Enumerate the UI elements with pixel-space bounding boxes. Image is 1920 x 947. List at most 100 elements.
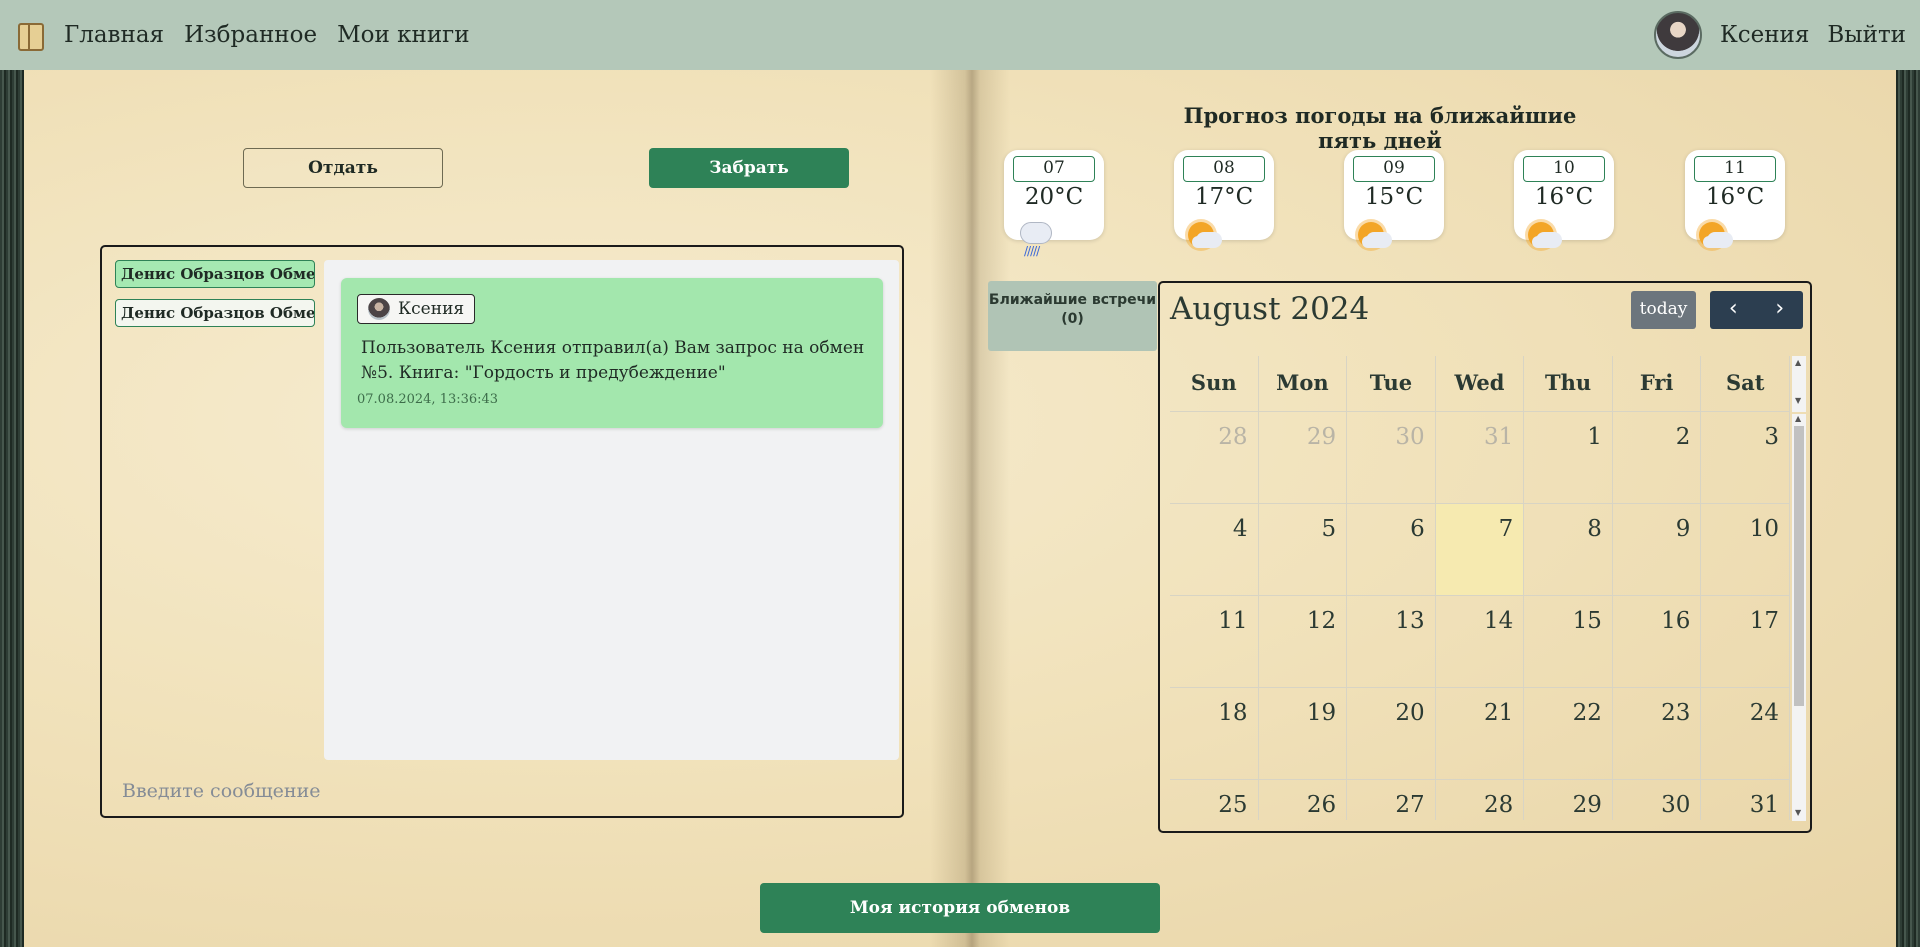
calendar-day[interactable]: 15 [1524, 596, 1613, 687]
calendar-day[interactable]: 20 [1347, 688, 1436, 779]
calendar-day[interactable]: 21 [1436, 688, 1525, 779]
calendar-day[interactable]: 9 [1613, 504, 1702, 595]
calendar-day[interactable]: 3 [1701, 412, 1790, 503]
calendar-week: 25 26 27 28 29 30 31 [1170, 780, 1790, 820]
exchange-history-button[interactable]: Моя история обменов [760, 883, 1160, 933]
calendar-day[interactable]: 13 [1347, 596, 1436, 687]
weekday-label: Thu [1524, 356, 1613, 411]
weather-card: 08 17°C [1174, 150, 1274, 248]
calendar-day[interactable]: 16 [1613, 596, 1702, 687]
nav-my-books-link[interactable]: Мои книги [337, 22, 469, 48]
nav-favorites-link[interactable]: Избранное [184, 22, 317, 48]
upcoming-meetings-button[interactable]: Ближайшие встречи (0) [988, 281, 1157, 351]
calendar-scrollbar[interactable]: ▲ ▼ [1792, 414, 1806, 821]
nav-left: Главная Избранное Мои книги [18, 22, 470, 51]
calendar-day[interactable]: 28 [1170, 412, 1259, 503]
message-text: Пользователь Ксения отправил(а) Вам запр… [361, 338, 865, 383]
header-scrollbar[interactable]: ▲ ▼ [1792, 356, 1806, 412]
chevron-left-icon[interactable]: ‹ [1710, 291, 1757, 329]
calendar-week: 28 29 30 31 1 2 3 [1170, 412, 1790, 504]
calendar-day[interactable]: 28 [1436, 780, 1525, 820]
calendar-day[interactable]: 11 [1170, 596, 1259, 687]
scroll-down-icon[interactable]: ▼ [1795, 808, 1801, 817]
thread-item[interactable]: Денис Образцов Обмен 1 [115, 299, 315, 327]
take-button[interactable]: Забрать [649, 148, 849, 188]
sun-cloud-icon [1356, 220, 1396, 256]
calendar-day[interactable]: 5 [1259, 504, 1348, 595]
calendar-day[interactable]: 23 [1613, 688, 1702, 779]
calendar-day[interactable]: 19 [1259, 688, 1348, 779]
sender-avatar [368, 298, 390, 320]
thread-item[interactable]: Денис Образцов Обмен 5 [115, 260, 315, 288]
nav-home-link[interactable]: Главная [64, 22, 164, 48]
weather-day: 07 [1013, 156, 1095, 182]
weather-card: 11 16°C [1685, 150, 1785, 248]
calendar-day[interactable]: 30 [1347, 412, 1436, 503]
calendar-day[interactable]: 2 [1613, 412, 1702, 503]
calendar-day[interactable]: 10 [1701, 504, 1790, 595]
calendar-day[interactable]: 27 [1347, 780, 1436, 820]
rain-cloud-icon: ///// [1016, 220, 1056, 258]
logout-link[interactable]: Выйти [1827, 22, 1906, 48]
calendar-week: 4 5 6 7 8 9 10 [1170, 504, 1790, 596]
calendar-day[interactable]: 30 [1613, 780, 1702, 820]
calendar-day[interactable]: 6 [1347, 504, 1436, 595]
top-navbar: Главная Избранное Мои книги Ксения Выйти [0, 0, 1920, 70]
calendar-day[interactable]: 1 [1524, 412, 1613, 503]
calendar-day[interactable]: 22 [1524, 688, 1613, 779]
scrollbar-thumb[interactable] [1794, 426, 1804, 706]
calendar-day[interactable]: 31 [1436, 412, 1525, 503]
weather-title: Прогноз погоды на ближайшие пять дней [1183, 103, 1577, 153]
thread-list: Денис Образцов Обмен 5 Денис Образцов Об… [115, 260, 315, 338]
weekday-label: Mon [1259, 356, 1348, 411]
weekday-label: Sun [1170, 356, 1259, 411]
calendar-day[interactable]: 29 [1524, 780, 1613, 820]
user-name-link[interactable]: Ксения [1720, 22, 1809, 48]
calendar-day[interactable]: 14 [1436, 596, 1525, 687]
chat-panel: Денис Образцов Обмен 5 Денис Образцов Об… [100, 245, 904, 818]
weather-card: 10 16°C [1514, 150, 1614, 248]
weekday-label: Fri [1613, 356, 1702, 411]
calendar-day[interactable]: 24 [1701, 688, 1790, 779]
weather-temp: 17°C [1194, 184, 1254, 210]
weather-card: 09 15°C [1344, 150, 1444, 248]
chevron-right-icon[interactable]: › [1757, 291, 1804, 329]
calendar-day[interactable]: 18 [1170, 688, 1259, 779]
weather-day: 10 [1523, 156, 1605, 182]
calendar-day[interactable]: 31 [1701, 780, 1790, 820]
weather-temp: 16°C [1705, 184, 1765, 210]
calendar-day[interactable]: 26 [1259, 780, 1348, 820]
book-logo-icon[interactable] [18, 23, 44, 51]
give-button[interactable]: Отдать [243, 148, 443, 188]
message-timestamp: 07.08.2024, 13:36:43 [357, 392, 499, 407]
weather-day: 09 [1353, 156, 1435, 182]
calendar-day[interactable]: 25 [1170, 780, 1259, 820]
calendar-day[interactable]: 4 [1170, 504, 1259, 595]
calendar-day-today[interactable]: 7 [1435, 504, 1525, 595]
message-card: Ксения Пользователь Ксения отправил(а) В… [341, 278, 883, 428]
calendar-week: 11 12 13 14 15 16 17 [1170, 596, 1790, 688]
weather-temp: 20°C [1024, 184, 1084, 210]
scroll-up-icon[interactable]: ▲ [1795, 414, 1801, 423]
sun-cloud-icon [1526, 220, 1566, 256]
calendar: August 2024 today ‹ › Sun Mon Tue Wed Th… [1158, 281, 1812, 833]
calendar-title: August 2024 [1170, 291, 1370, 327]
weather-temp: 16°C [1534, 184, 1594, 210]
calendar-day[interactable]: 17 [1701, 596, 1790, 687]
weather-card: 07 20°C ///// [1004, 150, 1104, 258]
calendar-day[interactable]: 29 [1259, 412, 1348, 503]
calendar-day[interactable]: 12 [1259, 596, 1348, 687]
calendar-grid: Sun Mon Tue Wed Thu Fri Sat 28 29 30 31 … [1170, 356, 1790, 820]
scroll-down-icon[interactable]: ▼ [1795, 396, 1801, 405]
weekday-header: Sun Mon Tue Wed Thu Fri Sat [1170, 356, 1790, 412]
weather-temp: 15°C [1364, 184, 1424, 210]
sender-tag[interactable]: Ксения [357, 294, 476, 324]
user-avatar[interactable] [1653, 11, 1702, 59]
message-input[interactable] [122, 773, 882, 809]
scroll-up-icon[interactable]: ▲ [1795, 358, 1801, 367]
calendar-day[interactable]: 8 [1524, 504, 1613, 595]
sender-name: Ксения [398, 299, 465, 319]
calendar-nav: ‹ › [1710, 291, 1803, 329]
weekday-label: Tue [1347, 356, 1436, 411]
today-button[interactable]: today [1631, 291, 1696, 329]
